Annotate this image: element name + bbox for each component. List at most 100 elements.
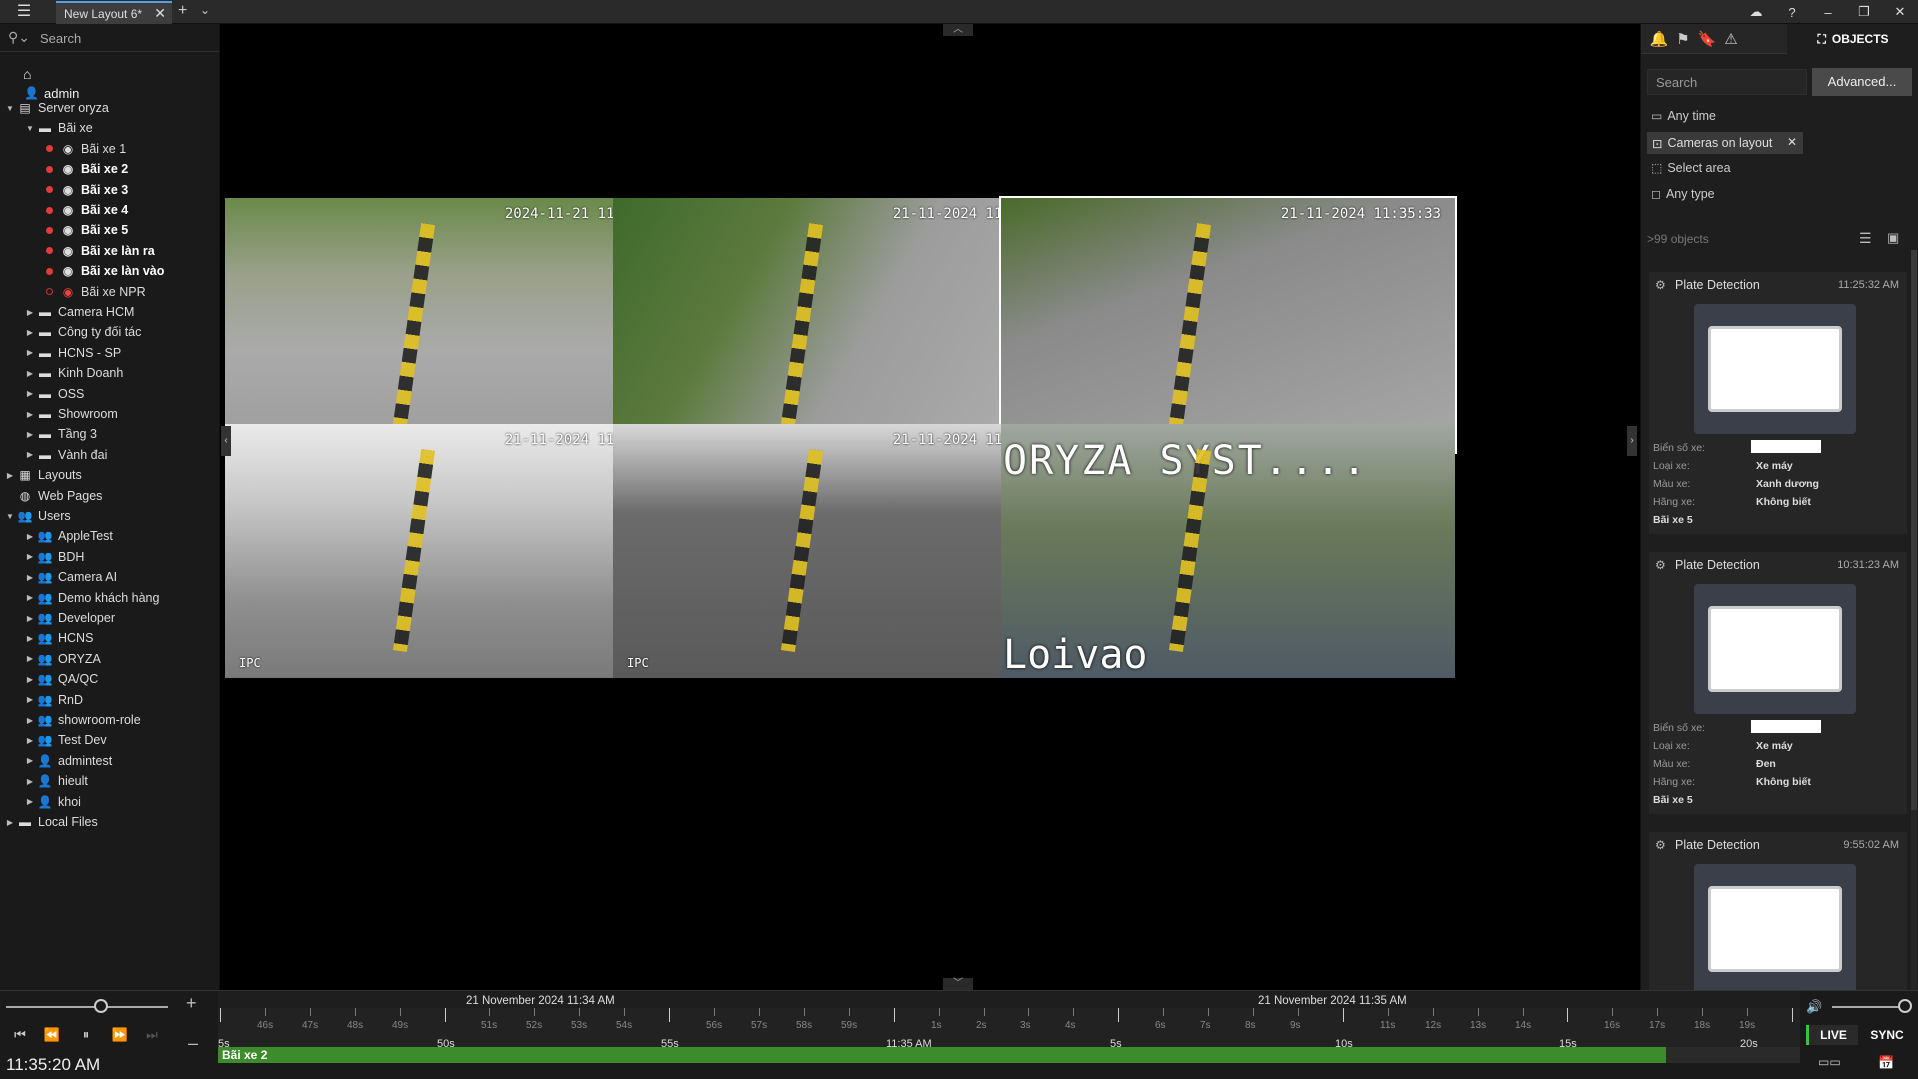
next-page-icon[interactable]: › [1627,426,1637,456]
tree-item[interactable]: ▶ ▬ Công ty đối tác [24,323,141,341]
expand-right-icon[interactable]: ▶ [24,308,36,317]
tree-item[interactable]: ▶ 👥 BDH [24,548,84,566]
detection-card[interactable]: ⚙ Plate Detection 11:25:32 AM Biển số xe: Lo… [1649,272,1907,534]
tree-item[interactable]: ▶ ▬ Showroom [24,405,118,423]
tree-item[interactable]: ▶ 👥 Developer [24,609,115,627]
tree-item[interactable]: ▶ 👥 showroom-role [24,711,141,729]
tab-objects[interactable]: ⛶ OBJECTS [1787,24,1918,54]
expand-right-icon[interactable]: ▶ [24,777,36,786]
zoom-out-icon[interactable]: – [188,1033,198,1054]
camera-tile[interactable]: 21-11-2024 11:35:33IPC [999,196,1457,454]
cloud-icon[interactable]: ☁ [1738,4,1774,20]
tab-close-icon[interactable]: ✕ [154,5,166,22]
detection-card[interactable]: ⚙ Plate Detection 10:31:23 AM Biển số xe: Lo… [1649,552,1907,814]
expand-right-icon[interactable]: ▶ [24,410,36,419]
tab-list-icon[interactable]: ⌄ [200,3,210,17]
expand-right-icon[interactable]: ▶ [24,348,36,357]
tree-item[interactable]: ▶ 👥 ORYZA [24,650,101,668]
expand-down-icon[interactable]: ▼ [4,512,16,521]
expand-right-icon[interactable]: ▶ [24,736,36,745]
camera-tile[interactable]: 21-11-2024 11:35:13 IPC [225,424,679,678]
thumbnail-view-icon[interactable]: ▣ [1887,230,1899,246]
tree-item[interactable]: ◉ Bãi xe 5 [46,221,128,239]
filter-time[interactable]: ▭ Any time [1651,106,1716,126]
add-tab-icon[interactable]: + [178,2,187,20]
forward-icon[interactable]: ⏩ [110,1027,130,1043]
tree-item[interactable]: ▶ ▬ Local Files [4,813,98,831]
close-icon[interactable]: ✕ [1882,4,1918,20]
tree-item[interactable]: ▼ ▬ Bãi xe [24,119,93,137]
detection-card[interactable]: ⚙ Plate Detection 9:55:02 AM [1649,832,1907,994]
expand-right-icon[interactable]: ▶ [4,471,16,480]
tree-item[interactable]: ▶ 👤 khoi [24,793,81,811]
layout-tab[interactable]: New Layout 6* ✕ [56,1,172,24]
detection-thumbnail[interactable] [1694,304,1856,434]
advanced-button[interactable]: Advanced... [1812,68,1912,96]
tree-item[interactable]: ▶ 👥 RnD [24,691,83,709]
zoom-in-icon[interactable]: + [186,993,197,1014]
bell-icon[interactable]: 🔔 [1647,30,1671,48]
motion-icon[interactable]: ⚑ [1671,30,1695,48]
objects-scroll-thumb[interactable] [1911,250,1917,810]
detection-thumbnail[interactable] [1694,584,1856,714]
expand-right-icon[interactable]: ▶ [24,552,36,561]
tree-item[interactable]: ◉ Bãi xe 1 [46,140,126,158]
collapse-top-icon[interactable]: ︿ [943,24,973,36]
volume-icon[interactable]: 🔊 [1806,999,1822,1015]
tree-item[interactable]: ▶ ▬ Kinh Doanh [24,364,123,382]
expand-right-icon[interactable]: ▶ [24,328,36,337]
expand-right-icon[interactable]: ▶ [24,797,36,806]
filter-type[interactable]: ◻ Any type [1651,184,1715,204]
camera-tile[interactable]: ORYZA SYST.... Loivao [1001,424,1455,678]
tree-item[interactable]: ◉ Bãi xe 2 [46,160,128,178]
volume-slider[interactable] [1832,1006,1908,1008]
restore-icon[interactable]: ❐ [1846,4,1882,20]
tree-item[interactable]: ◉ Bãi xe 3 [46,181,128,199]
expand-right-icon[interactable]: ▶ [24,716,36,725]
help-icon[interactable]: ? [1774,5,1810,20]
calendar-icon[interactable]: 📅 [1878,1055,1894,1071]
clear-filter-icon[interactable]: ✕ [1787,135,1797,149]
volume-slider-knob[interactable] [1898,999,1912,1013]
tree-item[interactable]: ▶ 👥 HCNS [24,629,94,647]
live-button[interactable]: LIVE [1806,1025,1858,1045]
bookmark-icon[interactable]: 🔖 [1695,30,1719,48]
filter-cameras[interactable]: ⊡ Cameras on layout ✕ [1647,132,1803,154]
timeline[interactable]: 21 November 2024 11:34 AM 21 November 20… [218,991,1800,1079]
prev-page-icon[interactable]: ‹ [221,426,231,456]
expand-down-icon[interactable]: ▼ [24,124,36,133]
objects-search-input[interactable] [1647,69,1807,95]
search-icon[interactable]: ⚲⌄ [8,29,30,46]
home-icon[interactable]: ⌂ [23,66,31,82]
sync-button[interactable]: SYNC [1862,1025,1912,1045]
expand-right-icon[interactable]: ▶ [24,573,36,582]
expand-right-icon[interactable]: ▶ [24,389,36,398]
camera-tile[interactable]: 2024-11-21 11:35:08camera 3 ng xe_Oryza [225,198,679,452]
tree-item[interactable]: ▶ ▬ HCNS - SP [24,344,121,362]
pause-icon[interactable]: ⏸ [76,1027,96,1043]
tree-item[interactable]: ▶ 👥 QA/QC [24,670,98,688]
tree-item[interactable]: ▶ 👥 Camera AI [24,568,117,586]
detection-camera[interactable]: Bãi xe 5 [1653,514,1693,526]
warning-icon[interactable]: ⚠ [1719,30,1743,48]
expand-right-icon[interactable]: ▶ [24,450,36,459]
expand-right-icon[interactable]: ▶ [24,695,36,704]
tree-item[interactable]: ◉ Bãi xe làn ra [46,242,155,260]
speed-slider[interactable] [6,1006,168,1008]
detection-camera[interactable]: Bãi xe 5 [1653,794,1693,806]
tree-item[interactable]: ▶ ▬ Tầng 3 [24,425,97,443]
camera-tile[interactable]: 21-11-2024 11:35:23IPC [613,198,1067,452]
speed-slider-knob[interactable] [94,999,108,1013]
tree-item[interactable]: ▶ ▬ Vành đai [24,446,107,464]
tree-item[interactable]: ▼ ▤ Server oryza [4,99,109,117]
expand-right-icon[interactable]: ▶ [24,532,36,541]
minimize-icon[interactable]: – [1810,5,1846,20]
objects-scrollbar[interactable] [1911,250,1917,990]
camera-tile[interactable]: 21-11-2024 11:35:18 IPC [613,424,1067,678]
tree-item[interactable]: ▶ 👤 hieult [24,772,88,790]
tree-item[interactable]: ▼ 👥 Users [4,507,71,525]
expand-right-icon[interactable]: ▶ [24,634,36,643]
expand-right-icon[interactable]: ▶ [24,675,36,684]
expand-down-icon[interactable]: ▼ [4,104,16,113]
tree-item[interactable]: ◉ Bãi xe làn vào [46,262,164,280]
